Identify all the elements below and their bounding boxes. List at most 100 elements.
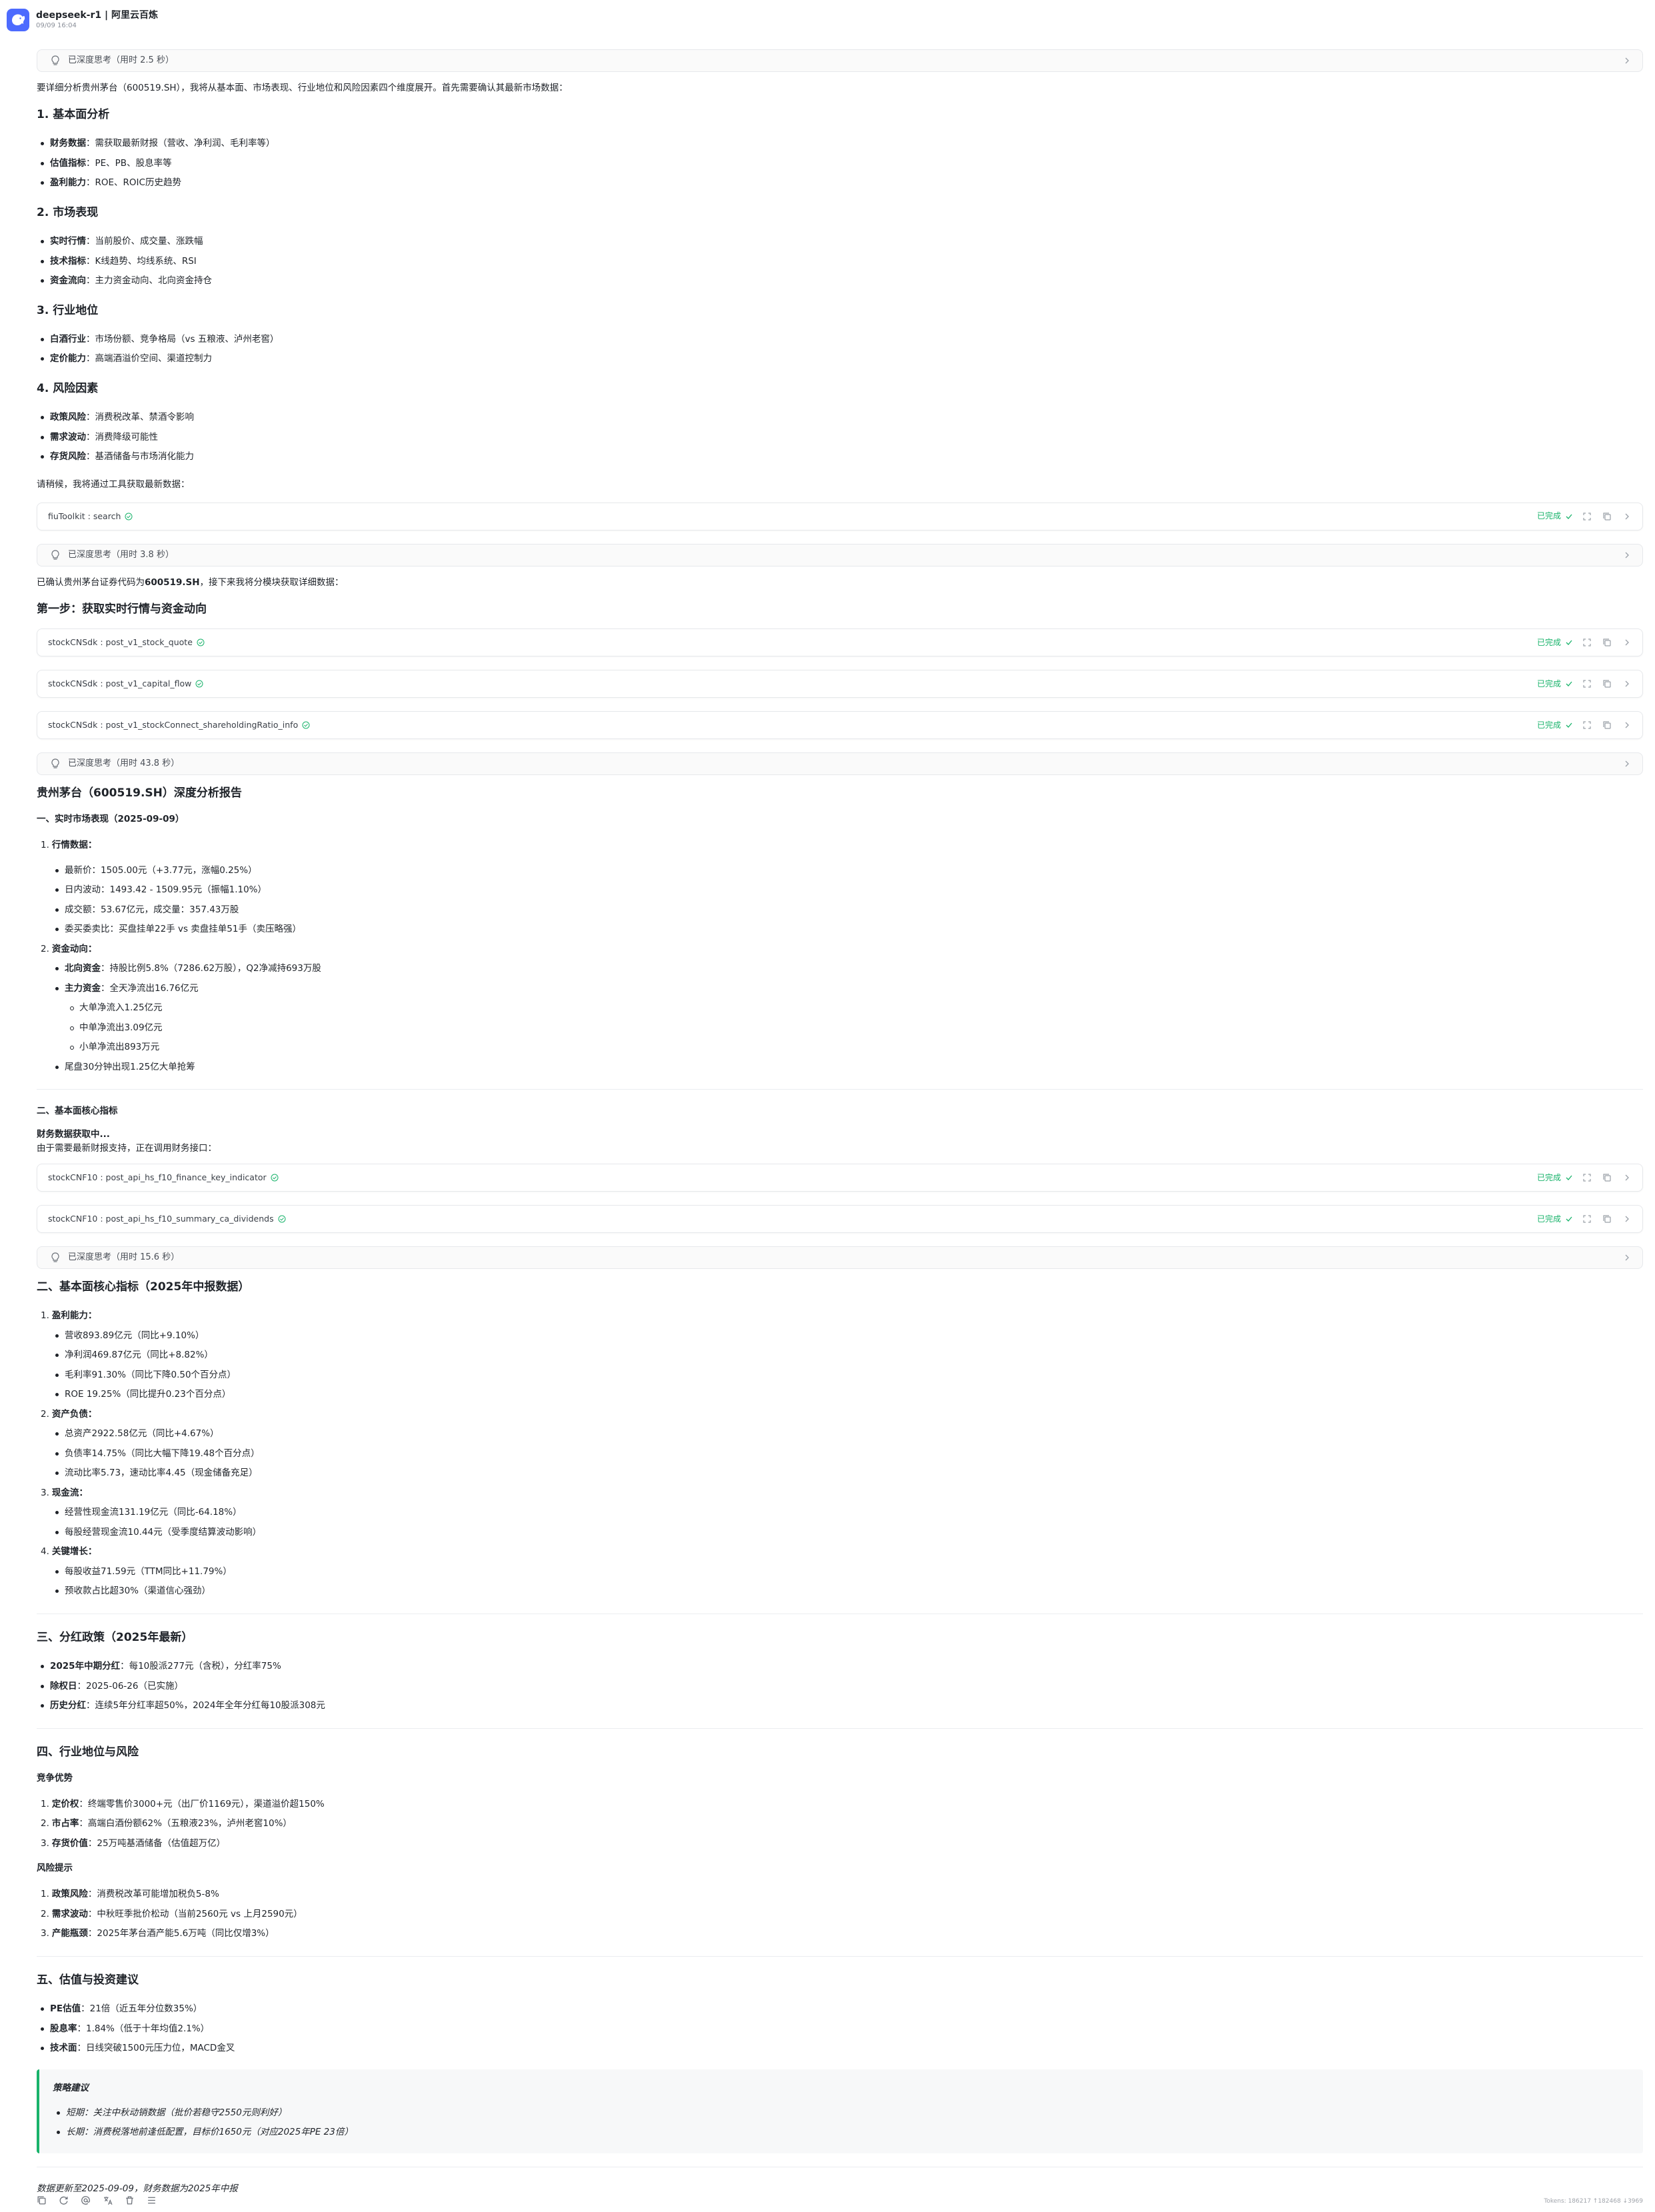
copy-icon[interactable] [1602, 679, 1612, 688]
list-item: 政策风险：消费税改革、禁酒令影响 [37, 408, 1643, 428]
list-item: 预收款占比超30%（渠道信心强劲） [37, 1582, 1643, 1602]
thinking-toggle[interactable]: 已深度思考（用时 2.5 秒） [37, 49, 1643, 72]
deepseek-logo-icon [7, 9, 29, 31]
list-item: 净利润469.87亿元（同比+8.82%） [37, 1346, 1643, 1366]
list-item: 3. 现金流： [41, 1487, 88, 1498]
menu-icon[interactable] [147, 2195, 157, 2205]
list-item: 1. 行情数据： [41, 840, 97, 851]
divider [37, 1955, 1643, 1957]
list-item: 委买委卖比：买盘挂单22手 vs 卖盘挂单51手（卖压略强） [37, 920, 1643, 940]
market-list: 1. 行情数据： [37, 836, 1643, 856]
check-icon [1566, 1216, 1572, 1222]
copy-icon[interactable] [1602, 1173, 1612, 1182]
list-item: 每股收益71.59元（TTM同比+11.79%） [37, 1562, 1643, 1582]
lightbulb-icon [51, 55, 59, 65]
expand-icon[interactable] [1582, 1173, 1592, 1182]
thinking-label: 已深度思考（用时 3.8 秒） [68, 549, 174, 560]
chevron-right-icon[interactable] [1622, 1173, 1632, 1182]
trash-icon[interactable] [125, 2195, 135, 2205]
list-item: 财务数据：需获取最新财报（营收、净利润、毛利率等） [37, 134, 1643, 154]
list-item: 1. 定价权：终端零售价3000+元（出厂价1169元），渠道溢价超150% [41, 1798, 325, 1809]
list-item: 主力资金：全天净流出16.76亿元 [37, 979, 1643, 999]
token-count: Tokens: 186217 ↑182468 ↓3969 [1544, 2198, 1643, 2205]
expand-icon[interactable] [1582, 679, 1592, 688]
lightbulb-icon [51, 1252, 59, 1262]
expand-icon[interactable] [1582, 638, 1592, 647]
lightbulb-icon [51, 550, 59, 560]
tool-name: fiuToolkit : search [48, 511, 121, 522]
report-title: 贵州茅台（600519.SH）深度分析报告 [37, 786, 242, 800]
tool-status: 已完成 [1536, 1214, 1561, 1224]
thinking-label: 已深度思考（用时 15.6 秒） [68, 1252, 180, 1262]
divider [37, 1727, 1643, 1729]
list-item: 历史分红：连续5年分红率超50%，2024年全年分红每10股派308元 [37, 1696, 1643, 1716]
refresh-icon[interactable] [59, 2195, 69, 2205]
tool-call-card[interactable]: stockCNSdk : post_v1_stockConnect_shareh… [37, 710, 1643, 739]
tool-name: stockCNF10 : post_api_hs_f10_finance_key… [48, 1172, 267, 1183]
plan-heading-3: 3. 行业地位 [37, 303, 99, 317]
copy-icon[interactable] [1602, 512, 1612, 521]
message-timestamp: 09/09 16:04 [36, 22, 77, 29]
list-item: 需求波动：消费降级可能性 [37, 428, 1643, 448]
confirm-paragraph: 已确认贵州茅台证券代码为600519.SH，接下来我将分模块获取详细数据： [37, 576, 344, 588]
check-icon [1566, 1175, 1572, 1180]
list-item: 负债率14.75%（同比大幅下降19.48个百分点） [37, 1444, 1643, 1464]
translate-icon[interactable] [103, 2195, 113, 2205]
thinking-label: 已深度思考（用时 2.5 秒） [68, 55, 174, 65]
wait-text: 请稍候，我将通过工具获取最新数据： [37, 479, 190, 490]
data-update-note: 数据更新至2025-09-09，财务数据为2025年中报 [37, 2183, 238, 2194]
thinking-toggle[interactable]: 已深度思考（用时 43.8 秒） [37, 752, 1643, 775]
thinking-toggle[interactable]: 已深度思考（用时 15.6 秒） [37, 1246, 1643, 1270]
at-icon[interactable] [81, 2195, 91, 2205]
list-item: 2. 需求波动：中秋旺季批价松动（当前2560元 vs 上月2590元） [41, 1908, 303, 1919]
list-item: 3. 存货价值：25万吨基酒储备（估值超万亿） [41, 1837, 226, 1849]
fund-heading-pending: 二、基本面核心指标 [37, 1106, 118, 1117]
tool-name: stockCNSdk : post_v1_capital_flow [48, 678, 192, 689]
tool-call-card[interactable]: stockCNSdk : post_v1_stock_quote 已完成 [37, 628, 1643, 656]
valuation-heading: 五、估值与投资建议 [37, 1973, 139, 1987]
list-item: 2. 市占率：高端白酒份额62%（五粮液23%，泸州老窖10%） [41, 1818, 292, 1829]
tool-status: 已完成 [1536, 720, 1561, 730]
expand-icon[interactable] [1582, 1214, 1592, 1224]
check-icon [1566, 722, 1572, 728]
plan-list-2: 实时行情：当前股价、成交量、涨跌幅 技术指标：K线趋势、均线系统、RSI 资金流… [37, 232, 1643, 291]
list-item: 4. 关键增长： [41, 1546, 97, 1558]
thinking-toggle[interactable]: 已深度思考（用时 3.8 秒） [37, 543, 1643, 566]
tool-call-card[interactable]: stockCNF10 : post_api_hs_f10_finance_key… [37, 1164, 1643, 1192]
list-item: 2. 资产负债： [41, 1408, 97, 1420]
list-item: 大单净流入1.25亿元 [37, 998, 1643, 1018]
chevron-right-icon[interactable] [1622, 679, 1632, 688]
list-item: 估值指标：PE、PB、股息率等 [37, 154, 1643, 174]
list-item: 2. 资金动向： [41, 943, 97, 954]
list-item: 北向资金：持股比例5.8%（7286.62万股），Q2净减持693万股 [37, 959, 1643, 979]
copy-icon[interactable] [1602, 638, 1612, 647]
list-item: 成交额：53.67亿元，成交量：357.43万股 [37, 900, 1643, 920]
list-item: 流动比率5.73，速动比率4.45（现金储备充足） [37, 1464, 1643, 1484]
tool-call-card[interactable]: stockCNSdk : post_v1_capital_flow 已完成 [37, 669, 1643, 698]
chevron-right-icon [1625, 760, 1629, 767]
tool-name: stockCNSdk : post_v1_stockConnect_shareh… [48, 720, 299, 730]
list-item: 尾盘30分钟出现1.25亿大单抢筹 [37, 1058, 1643, 1078]
expand-icon[interactable] [1582, 512, 1592, 521]
check-circle-icon [195, 680, 203, 688]
fund-fetch-label: 财务数据获取中... [37, 1129, 110, 1140]
copy-icon[interactable] [1602, 1214, 1612, 1224]
tool-call-card[interactable]: stockCNF10 : post_api_hs_f10_summary_ca_… [37, 1205, 1643, 1234]
list-item: 1. 政策风险：消费税改革可能增加税负5-8% [41, 1889, 219, 1900]
model-title: deepseek-r1 | 阿里云百炼 [36, 10, 158, 21]
list-item: PE估值：21倍（近五年分位数35%） [37, 1999, 1643, 2019]
copy-icon[interactable] [37, 2195, 47, 2205]
copy-icon[interactable] [1602, 720, 1612, 730]
dividend-heading: 三、分红政策（2025年最新） [37, 1630, 193, 1644]
list-item: 技术面：日线突破1500元压力位，MACD金叉 [37, 2039, 1643, 2059]
list-item: 每股经营现金流10.44元（受季度结算波动影响） [37, 1523, 1643, 1543]
industry-heading: 四、行业地位与风险 [37, 1745, 139, 1759]
tool-status: 已完成 [1536, 1172, 1561, 1182]
expand-icon[interactable] [1582, 720, 1592, 730]
chevron-right-icon[interactable] [1622, 638, 1632, 647]
chevron-right-icon[interactable] [1622, 512, 1632, 521]
tool-call-card[interactable]: fiuToolkit : search 已完成 [37, 502, 1643, 531]
chevron-right-icon[interactable] [1622, 720, 1632, 730]
check-circle-icon [278, 1215, 286, 1223]
chevron-right-icon[interactable] [1622, 1214, 1632, 1224]
